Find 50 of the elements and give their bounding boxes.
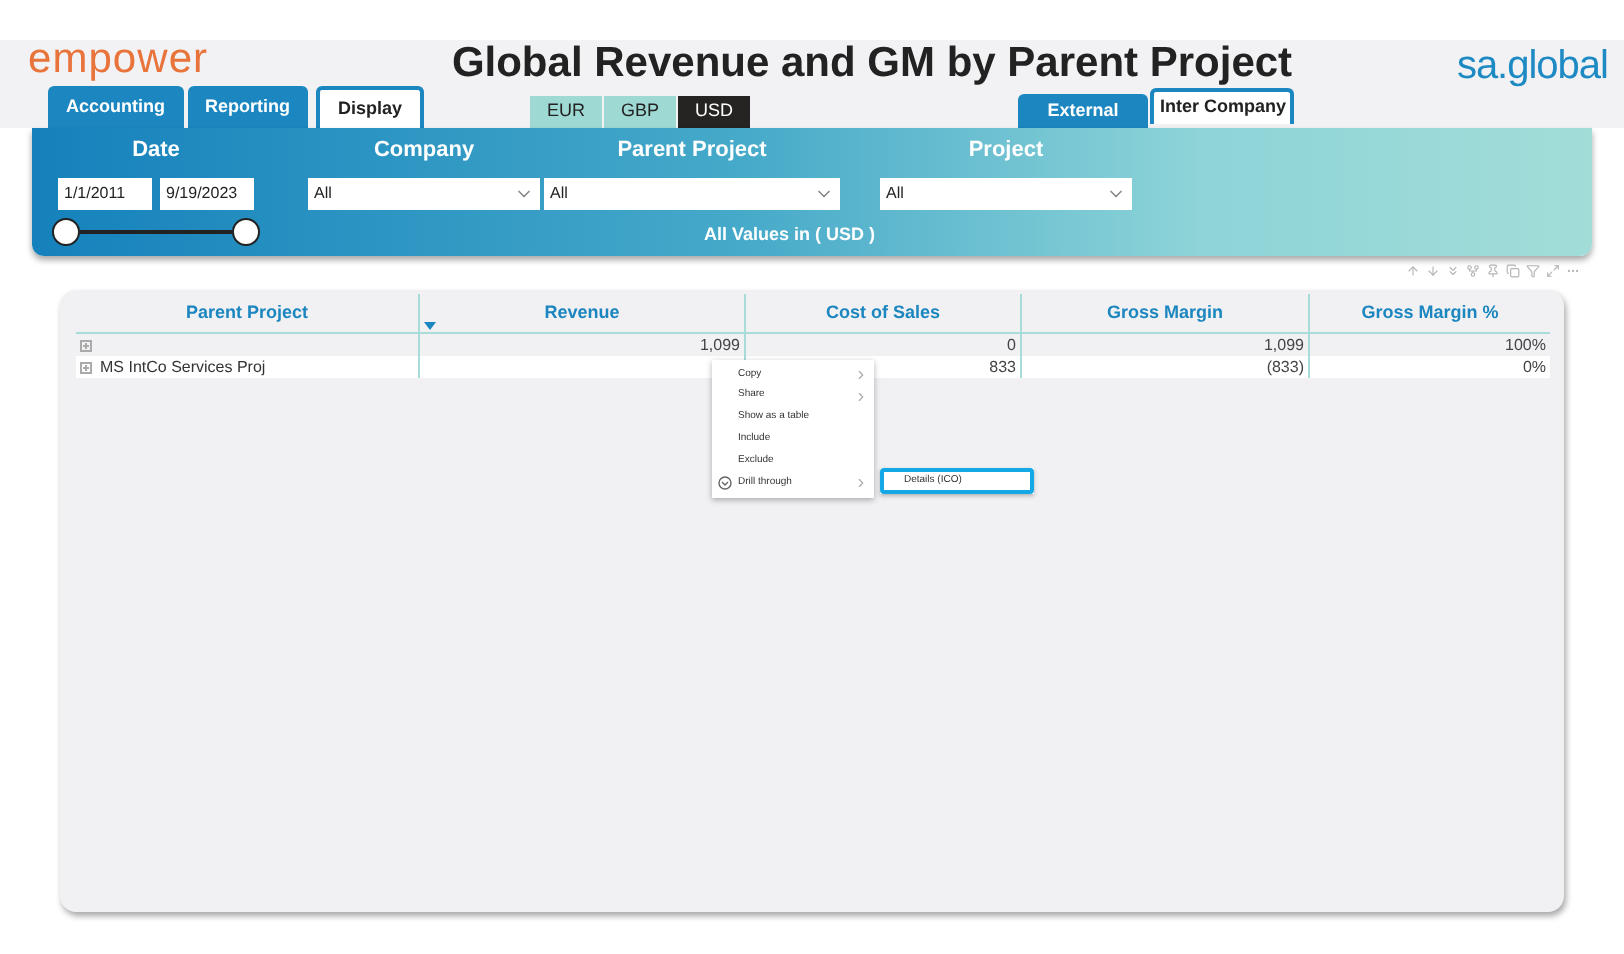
brand-logo: sa.global (1456, 44, 1608, 88)
scope-tab[interactable]: Inter Company (1150, 88, 1294, 124)
pin-icon[interactable] (1486, 264, 1500, 278)
values-note: All Values in ( USD ) (704, 221, 878, 248)
dropdown[interactable]: All (880, 177, 1132, 209)
table-cell: MS IntCo Services Proj (100, 355, 266, 379)
column-header[interactable]: Revenue (544, 299, 620, 327)
date-field[interactable]: 1/1/2011 (58, 177, 152, 209)
double-arrow-down-icon[interactable] (1446, 264, 1460, 278)
slider-thumb[interactable] (52, 217, 80, 245)
filter-label: Project (968, 136, 1044, 166)
table-cell: (833) (1266, 355, 1304, 379)
date-range-slider[interactable] (50, 213, 262, 249)
logo: empower (28, 40, 211, 80)
expand-icon[interactable] (80, 339, 92, 351)
column-header[interactable]: Gross Margin (1106, 299, 1223, 327)
table-cell: 1,099 (699, 333, 740, 357)
view-tab[interactable]: Reporting (187, 86, 308, 128)
currency-button[interactable]: GBP (604, 96, 676, 128)
column-header[interactable]: Cost of Sales (825, 299, 940, 327)
scope-tab[interactable]: External (1018, 94, 1148, 130)
currency-button[interactable]: EUR (530, 96, 602, 128)
view-tab[interactable]: Display (316, 86, 425, 128)
dropdown[interactable]: All (544, 177, 840, 209)
table-cell: 833 (989, 355, 1016, 379)
arrow-down-icon[interactable] (1426, 264, 1440, 278)
expand-icon[interactable] (80, 361, 92, 373)
date-field[interactable]: 9/19/2023 (160, 177, 254, 209)
column-header[interactable]: Gross Margin % (1361, 299, 1499, 327)
focus-mode-icon[interactable] (1546, 264, 1560, 278)
filter-icon[interactable] (1526, 264, 1540, 278)
copy-icon[interactable] (1506, 264, 1520, 278)
filter-label: Date (132, 136, 180, 166)
view-tab[interactable]: Accounting (48, 86, 183, 128)
sort-descending-icon[interactable] (424, 322, 436, 330)
dropdown[interactable]: All (308, 177, 540, 209)
report-title: Global Revenue and GM by Parent Project (451, 40, 1293, 88)
chevron-right-icon (854, 475, 868, 490)
column-header[interactable]: Parent Project (185, 299, 309, 327)
filter-label: Parent Project (617, 136, 767, 166)
table-cell: 1,099 (1263, 333, 1304, 357)
fork-icon[interactable] (1466, 264, 1480, 278)
currency-button[interactable]: USD (678, 96, 750, 128)
drill-icon (718, 475, 732, 490)
table-cell: 100% (1505, 333, 1546, 357)
filter-label: Company (373, 136, 475, 166)
slider-thumb[interactable] (232, 217, 260, 245)
table-cell: 0 (1007, 333, 1016, 357)
arrow-up-icon[interactable] (1406, 264, 1420, 278)
table-cell: 0% (1522, 355, 1546, 379)
